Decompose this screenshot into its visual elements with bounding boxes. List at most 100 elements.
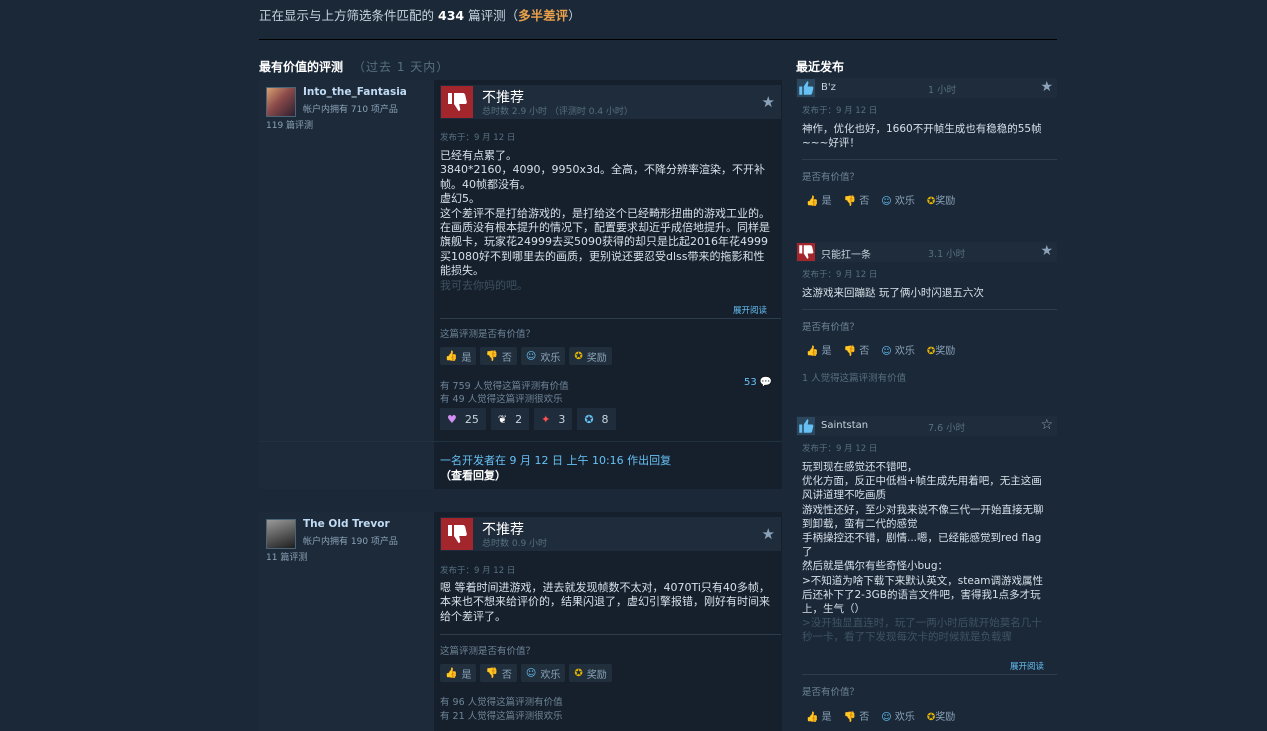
view-reply-link[interactable]: （查看回复） (440, 467, 506, 483)
star-icon[interactable]: ★ (762, 525, 775, 543)
vote-funny-button[interactable]: ☺ 欢乐 (520, 347, 566, 365)
author-name[interactable]: Into_the_Fantasia (303, 86, 407, 98)
vote-funny-label: 欢乐 (894, 346, 915, 357)
vote-no-label: 否 (859, 346, 870, 357)
review-line: 手柄操控还不错，剧情...嗯，已经能感觉到red flag了 (802, 532, 1042, 559)
reviewer-name[interactable]: 只能扛一条 (821, 246, 871, 261)
filter-close: ） (568, 8, 581, 23)
developer-reply-notice[interactable]: 一名开发者在 9 月 12 日 上午 10:16 作出回复 (440, 452, 671, 468)
vote-yes-button[interactable]: 👍 是 (806, 708, 832, 723)
vote-no-button[interactable]: 👎 否 (844, 192, 870, 207)
vote-funny-button[interactable]: ☺ 欢乐 (881, 708, 915, 723)
posted-date: 发布于：9 月 12 日 (802, 444, 878, 454)
reaction[interactable]: ♥ 25 (440, 408, 486, 430)
vote-no-button[interactable]: 👎 否 (844, 342, 870, 357)
award-button[interactable]: ✪奖励 (927, 342, 955, 357)
thumbs-down-icon: 👎 (843, 712, 857, 723)
vote-yes-label: 是 (821, 346, 832, 357)
review-line: 神作，优化也好，1660不开帧生成也有稳稳的55帧~~~好评！ (802, 123, 1042, 150)
thumbs-up-icon: 👍 (445, 667, 458, 679)
vote-yes-button[interactable]: 👍 是 (806, 192, 832, 207)
review-line: 玩到现在感觉还不错吧， (802, 461, 918, 473)
recent-review-header[interactable]: B'z 1 小时 ★ (796, 78, 1057, 98)
helpful-question: 这篇评测是否有价值？ (440, 646, 536, 657)
filter-suffix: 篇评测（ (468, 8, 519, 23)
helpful-count: 有 759 人觉得这篇评测有价值 (440, 381, 569, 392)
funny-count: 有 21 人觉得这篇评测很欢乐 (440, 711, 563, 722)
products-owned[interactable]: 帐户内拥有 190 项产品 (303, 534, 398, 547)
reaction[interactable]: ❦ 2 (490, 408, 530, 430)
vote-no-button[interactable]: 👎 否 (480, 347, 517, 365)
vote-header[interactable]: 不推荐 总时数 0.9 小时 ★ (440, 517, 781, 551)
vote-buttons: 👍 是 👎 否 ☺ 欢乐 ✪奖励 (806, 342, 955, 357)
review-line: 嗯 等着时间进游戏，进去就发现帧数不太对，4070Ti只有40多帧，本来也不想来… (440, 581, 770, 623)
vote-no-label: 否 (859, 712, 870, 723)
award-button[interactable]: ✪奖励 (569, 347, 612, 365)
reaction-count: 25 (464, 412, 479, 426)
review-line-faded: >没开独显直连时，玩了一两小时后就开始莫名几十秒一卡，看了下发现每次卡的时候就是… (802, 617, 1042, 644)
author-review-count[interactable]: 119 篇评测 (266, 118, 313, 131)
vote-no-button[interactable]: 👎 否 (480, 664, 517, 682)
comments-link[interactable]: 53 💬 (744, 377, 772, 388)
vote-header[interactable]: 不推荐 总时数 2.9 小时 （评测时 0.4 小时） ★ (440, 85, 781, 119)
reviewer-name[interactable]: B'z (821, 82, 836, 93)
vote-no-button[interactable]: 👎 否 (844, 708, 870, 723)
helpful-question: 是否有价值？ (802, 172, 860, 183)
review-line: 虚幻5。 (440, 192, 480, 206)
vote-yes-button[interactable]: 👍 是 (440, 664, 477, 682)
review-line: 优化方面，反正中低档+帧生成先用着吧，无主这画风讲道理不吃画质 (802, 475, 1042, 502)
vote-yes-button[interactable]: 👍 是 (440, 347, 477, 365)
smile-icon: ☺ (525, 350, 537, 362)
vote-funny-button[interactable]: ☺ 欢乐 (881, 342, 915, 357)
author-review-count[interactable]: 11 篇评测 (266, 550, 307, 563)
reviewer-name[interactable]: Saintstan (821, 420, 868, 431)
recent-review-card: B'z 1 小时 ★ 发布于：9 月 12 日 神作，优化也好，1660不开帧生… (796, 78, 1057, 218)
recent-title: 最近发布 (796, 60, 845, 74)
divider (802, 674, 1057, 675)
playtime: 7.6 小时 (928, 423, 966, 434)
smile-icon: ☺ (881, 712, 892, 723)
vote-funny-button[interactable]: ☺ 欢乐 (881, 192, 915, 207)
avatar[interactable] (266, 519, 296, 549)
recent-review-header[interactable]: 只能扛一条 3.1 小时 ★ (796, 242, 1057, 262)
author-name[interactable]: The Old Trevor (303, 518, 390, 530)
star-icon[interactable]: ★ (762, 93, 775, 111)
review-content: 已经有点累了。 3840*2160，4090，9950x3d。全高，不降分辨率渲… (440, 149, 775, 293)
award-button[interactable]: ✪奖励 (569, 664, 612, 682)
products-owned[interactable]: 帐户内拥有 710 项产品 (303, 102, 398, 115)
award-label: 奖励 (586, 669, 607, 681)
review-line: 3840*2160，4090，9950x3d。全高，不降分辨率渲染，不开补帧。4… (440, 163, 765, 191)
review-line: >不知道为啥下载下来默认英文，steam调游戏属性后还补下了2-3GB的语言文件… (802, 574, 1044, 616)
avatar[interactable] (266, 87, 296, 117)
review-line: 这游戏来回蹦跶 玩了俩小时闪退五六次 (802, 287, 984, 299)
award-label: 奖励 (586, 352, 607, 364)
vote-yes-button[interactable]: 👍 是 (806, 342, 832, 357)
review-content: 这游戏来回蹦跶 玩了俩小时闪退五六次 (802, 286, 1049, 300)
recent-review-header[interactable]: Saintstan 7.6 小时 ☆ (796, 416, 1057, 436)
thumbs-up-icon (797, 79, 815, 97)
review-line: 然后就是偶尔有些奇怪小bug： (802, 560, 948, 573)
rocket-icon: ✦ (541, 412, 551, 426)
award-icon: ✪ (574, 350, 583, 362)
helpful-count: 有 96 人觉得这篇评测有价值 (440, 697, 563, 708)
star-icon[interactable]: ★ (1040, 79, 1053, 95)
vote-buttons: 👍 是 👎 否 ☺ 欢乐 ✪奖励 (806, 708, 955, 723)
award-label: 奖励 (935, 712, 956, 723)
reaction[interactable]: ✪ 8 (577, 408, 616, 430)
star-outline-icon[interactable]: ☆ (1040, 417, 1053, 433)
thumbs-down-icon: 👎 (485, 350, 498, 362)
vote-funny-button[interactable]: ☺ 欢乐 (520, 664, 566, 682)
vote-yes-label: 是 (821, 712, 832, 723)
thumbs-up-icon: 👍 (806, 196, 819, 207)
reaction[interactable]: ✦ 3 (534, 408, 573, 430)
star-icon[interactable]: ★ (1040, 243, 1053, 259)
award-button[interactable]: ✪奖励 (927, 192, 955, 207)
expand-link[interactable]: 展开阅读 (733, 304, 767, 316)
divider (259, 441, 782, 442)
review-content: 神作，优化也好，1660不开帧生成也有稳稳的55帧~~~好评！ (802, 122, 1049, 150)
vote-yes-label: 是 (461, 669, 472, 681)
award-button[interactable]: ✪奖励 (927, 708, 955, 723)
playtime: 3.1 小时 (928, 249, 966, 260)
review-line: 这个差评不是打给游戏的，是打给这个已经畸形扭曲的游戏工业的。在画质没有根本提升的… (440, 206, 770, 278)
expand-link[interactable]: 展开阅读 (1010, 660, 1044, 672)
